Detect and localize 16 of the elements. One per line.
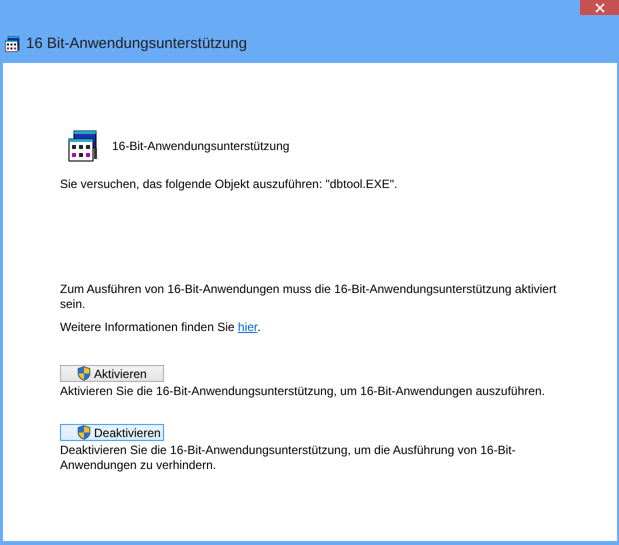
close-icon [594, 2, 604, 12]
shield-icon [77, 366, 91, 381]
shield-icon [77, 425, 91, 440]
action-description: Aktivieren Sie die 16-Bit-Anwendungsunterstützung, um 16-Bit-Anwendungen auszuführen. [60, 384, 546, 399]
close-button[interactable] [580, 0, 619, 15]
requirement-message: Zum Ausführen von 16-Bit-Anwendungen muss die 16-Bit-Anwendungsunterstützung aktiviert sein. [60, 282, 558, 312]
action-button[interactable]: Deaktivieren [60, 424, 164, 441]
window-title: 16 Bit-Anwendungsunterstützung [26, 35, 247, 52]
action-button[interactable]: Aktivieren [60, 365, 164, 382]
info-link[interactable]: hier [238, 320, 258, 334]
info-text: Weitere Informationen finden Sie hier. [60, 320, 262, 335]
heading: 16-Bit-Anwendungsunterstützung [112, 139, 290, 153]
app-icon [5, 36, 21, 52]
app-icon [68, 130, 100, 162]
action-description: Deaktivieren Sie die 16-Bit-Anwendungsunterstützung, um die Ausführung von 16-Bit-Anwendungen zu verhindern. [60, 443, 517, 473]
attempt-message: Sie versuchen, das folgende Objekt auszuführen: "dbtool.EXE". [60, 177, 398, 192]
